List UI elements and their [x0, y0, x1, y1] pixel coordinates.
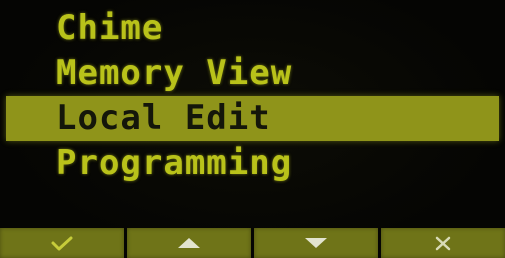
cancel-button[interactable]	[381, 228, 505, 258]
menu-item-label: Local Edit	[56, 98, 271, 138]
menu-item-label: Chime	[56, 8, 164, 48]
menu-item-local-edit[interactable]: Local Edit	[6, 96, 499, 141]
arrow-down-icon	[305, 238, 327, 248]
menu-item-programming[interactable]: Programming	[0, 141, 505, 186]
cancel-x-icon	[435, 236, 451, 251]
menu-item-label: Memory View	[56, 53, 293, 93]
lcd-screen: Chime Memory View Local Edit Programming	[0, 0, 505, 258]
scroll-up-button[interactable]	[127, 228, 251, 258]
softkey-bar	[0, 228, 505, 258]
confirm-button[interactable]	[0, 228, 124, 258]
arrow-up-icon	[178, 238, 200, 248]
checkmark-icon	[51, 236, 73, 251]
menu-list: Chime Memory View Local Edit Programming	[0, 6, 505, 186]
menu-item-label: Programming	[56, 143, 293, 183]
menu-item-chime[interactable]: Chime	[0, 6, 505, 51]
menu-item-memory-view[interactable]: Memory View	[0, 51, 505, 96]
scroll-down-button[interactable]	[254, 228, 378, 258]
